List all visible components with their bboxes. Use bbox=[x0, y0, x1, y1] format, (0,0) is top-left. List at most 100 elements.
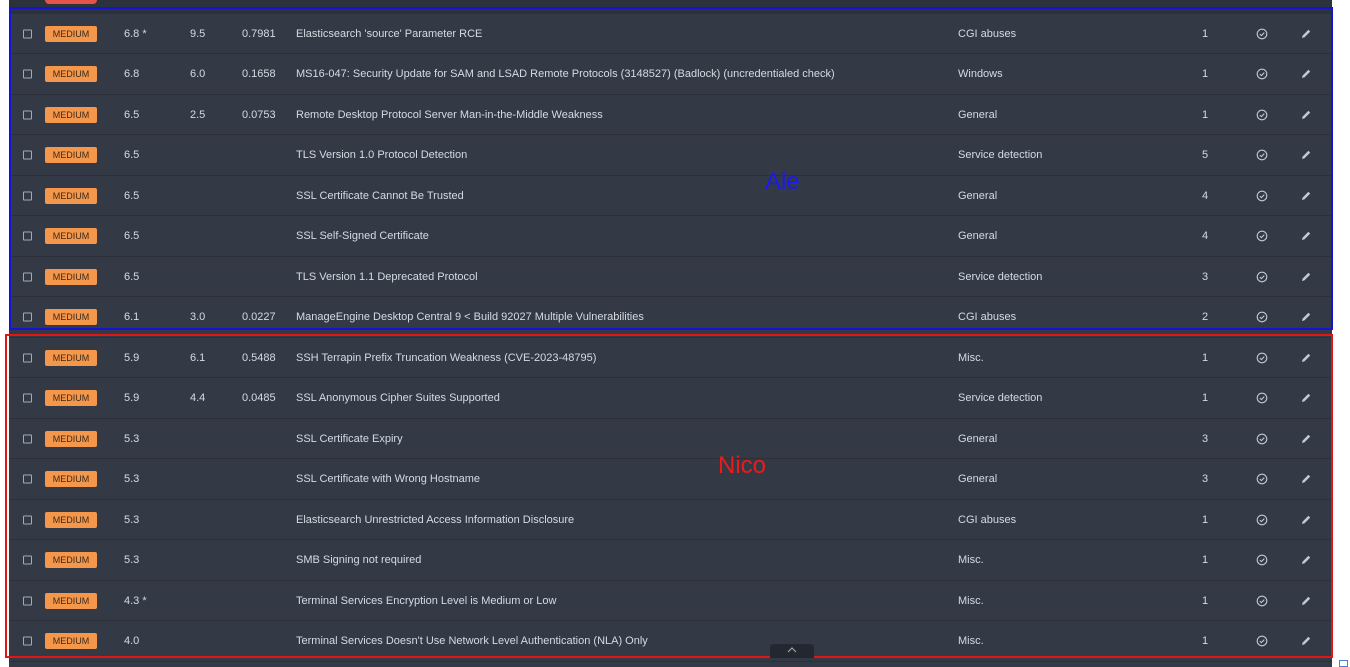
table-row[interactable]: MEDIUM 5.3 SSL Certificate with Wrong Host… bbox=[9, 460, 1332, 500]
pencil-icon[interactable] bbox=[1300, 352, 1312, 364]
table-row[interactable]: MEDIUM 6.8 6.0 0.1658 MS16-047: Security Upd… bbox=[9, 55, 1332, 95]
pencil-icon[interactable] bbox=[1300, 149, 1312, 161]
table-row[interactable]: MEDIUM 6.5 SSL Self-Signed Certificate Gene… bbox=[9, 217, 1332, 257]
check-circle-icon[interactable] bbox=[1256, 352, 1268, 364]
table-row[interactable]: MEDIUM 6.5 SSL Certificate Cannot Be Trust… bbox=[9, 176, 1332, 216]
pencil-icon[interactable] bbox=[1300, 109, 1312, 121]
vulnerability-name[interactable]: Terminal Services Doesn't Use Network Le… bbox=[296, 635, 648, 647]
check-circle-icon[interactable] bbox=[1256, 595, 1268, 607]
row-checkbox[interactable] bbox=[23, 353, 32, 362]
vulnerability-name[interactable]: SSL Certificate Cannot Be Trusted bbox=[296, 190, 464, 202]
table-row[interactable]: MEDIUM 6.5 TLS Version 1.1 Deprecated Prot… bbox=[9, 257, 1332, 297]
vpr-score: 2.5 bbox=[190, 108, 206, 121]
vulnerability-name[interactable]: SSL Certificate Expiry bbox=[296, 433, 403, 445]
row-checkbox[interactable] bbox=[23, 110, 32, 119]
vulnerability-name[interactable]: Elasticsearch Unrestricted Access Inform… bbox=[296, 514, 574, 526]
cvss-score: 6.5 bbox=[124, 230, 140, 242]
table-row[interactable]: MEDIUM 5.9 6.1 0.5488 SSH Terrapin Prefix Tr… bbox=[9, 338, 1332, 378]
check-circle-icon[interactable] bbox=[1256, 635, 1268, 647]
pencil-icon[interactable] bbox=[1300, 554, 1312, 566]
pencil-icon[interactable] bbox=[1300, 28, 1312, 40]
check-circle-icon[interactable] bbox=[1256, 433, 1268, 445]
severity-badge: MEDIUM bbox=[45, 187, 97, 204]
table-row[interactable]: MEDIUM 4.0 Terminal Services Doesn't Use N… bbox=[9, 622, 1332, 662]
pencil-icon[interactable] bbox=[1300, 635, 1312, 647]
table-row[interactable]: MEDIUM 6.1 3.0 0.0227 ManageEngine Desktop C… bbox=[9, 298, 1332, 338]
row-checkbox[interactable] bbox=[23, 555, 32, 565]
check-circle-icon[interactable] bbox=[1256, 554, 1268, 566]
table-row[interactable]: MEDIUM 5.3 SMB Signing not required Misc. 1 bbox=[9, 541, 1332, 581]
check-circle-icon[interactable] bbox=[1256, 230, 1268, 242]
row-checkbox[interactable] bbox=[23, 312, 32, 322]
vulnerability-name[interactable]: SSH Terrapin Prefix Truncation Weakness … bbox=[296, 352, 596, 364]
row-checkbox[interactable] bbox=[23, 69, 32, 79]
row-checkbox[interactable] bbox=[23, 150, 32, 160]
host-count: 1 bbox=[1202, 392, 1209, 404]
table-row[interactable]: MEDIUM 5.9 4.4 0.0485 SSL Anonymous Cipher S… bbox=[9, 379, 1332, 419]
host-count: 1 bbox=[1202, 554, 1209, 566]
vulnerability-name[interactable]: SSL Self-Signed Certificate bbox=[296, 230, 429, 242]
check-circle-icon[interactable] bbox=[1256, 28, 1268, 40]
severity-badge: MEDIUM bbox=[45, 106, 97, 123]
row-checkbox[interactable] bbox=[23, 515, 32, 524]
epss-score: 0.5488 bbox=[242, 351, 276, 364]
check-circle-icon[interactable] bbox=[1256, 68, 1268, 80]
cvss-score: 4.0 bbox=[124, 635, 140, 647]
vulnerability-name[interactable]: TLS Version 1.1 Deprecated Protocol bbox=[296, 271, 478, 283]
table-row[interactable]: MEDIUM 5.3 Elasticsearch Unrestricted Acce… bbox=[9, 500, 1332, 540]
vpr-score: 6.1 bbox=[190, 351, 206, 364]
vpr-score: 6.0 bbox=[190, 68, 206, 80]
table-row[interactable]: MEDIUM 6.8 * 9.5 0.7981 Elasticsearch 'sourc… bbox=[9, 14, 1332, 54]
pencil-icon[interactable] bbox=[1300, 514, 1312, 526]
cvss-score: 6.8 bbox=[124, 68, 140, 80]
pencil-icon[interactable] bbox=[1300, 68, 1312, 80]
severity-badge: MEDIUM bbox=[45, 309, 97, 325]
row-checkbox[interactable] bbox=[23, 191, 32, 200]
vulnerability-name[interactable]: TLS Version 1.0 Protocol Detection bbox=[296, 149, 467, 161]
row-checkbox[interactable] bbox=[23, 272, 32, 281]
table-row[interactable]: MEDIUM 5.3 SSL Certificate Expiry General 3 bbox=[9, 419, 1332, 459]
check-circle-icon[interactable] bbox=[1256, 271, 1268, 283]
vulnerability-name[interactable]: SSL Anonymous Cipher Suites Supported bbox=[296, 392, 500, 404]
table-row[interactable]: MEDIUM 6.5 2.5 0.0753 Remote Desktop Protoco… bbox=[9, 95, 1332, 135]
pencil-icon[interactable] bbox=[1300, 595, 1312, 607]
row-checkbox[interactable] bbox=[23, 434, 32, 443]
plugin-family: Misc. bbox=[958, 635, 984, 647]
table-row[interactable]: MEDIUM 4.3 * Terminal Services Encryption … bbox=[9, 581, 1332, 621]
vulnerability-name[interactable]: SSL Certificate with Wrong Hostname bbox=[296, 473, 480, 485]
vulnerability-name[interactable]: ManageEngine Desktop Central 9 < Build 9… bbox=[296, 311, 644, 323]
check-circle-icon[interactable] bbox=[1256, 514, 1268, 526]
pencil-icon[interactable] bbox=[1300, 433, 1312, 445]
vulnerability-name[interactable]: Terminal Services Encryption Level is Me… bbox=[296, 595, 556, 607]
pencil-icon[interactable] bbox=[1300, 230, 1312, 242]
row-checkbox[interactable] bbox=[23, 474, 32, 484]
row-checkbox[interactable] bbox=[23, 596, 32, 605]
severity-badge: MEDIUM bbox=[45, 552, 97, 568]
check-circle-icon[interactable] bbox=[1256, 392, 1268, 404]
vulnerability-name[interactable]: Elasticsearch 'source' Parameter RCE bbox=[296, 28, 482, 40]
pencil-icon[interactable] bbox=[1300, 392, 1312, 404]
cvss-score: 5.3 bbox=[124, 554, 140, 566]
plugin-family: Windows bbox=[958, 68, 1003, 80]
pencil-icon[interactable] bbox=[1300, 271, 1312, 283]
check-circle-icon[interactable] bbox=[1256, 190, 1268, 202]
check-circle-icon[interactable] bbox=[1256, 473, 1268, 485]
severity-badge: MEDIUM bbox=[45, 511, 97, 528]
row-checkbox[interactable] bbox=[23, 636, 32, 646]
vulnerability-name[interactable]: SMB Signing not required bbox=[296, 554, 421, 566]
severity-badge: MEDIUM bbox=[45, 430, 97, 447]
pencil-icon[interactable] bbox=[1300, 190, 1312, 202]
pencil-icon[interactable] bbox=[1300, 473, 1312, 485]
check-circle-icon[interactable] bbox=[1256, 149, 1268, 161]
row-checkbox[interactable] bbox=[23, 29, 32, 38]
vulnerability-name[interactable]: MS16-047: Security Update for SAM and LS… bbox=[296, 68, 835, 80]
table-row[interactable]: MEDIUM 6.5 TLS Version 1.0 Protocol Detect… bbox=[9, 136, 1332, 176]
pencil-icon[interactable] bbox=[1300, 311, 1312, 323]
check-circle-icon[interactable] bbox=[1256, 311, 1268, 323]
scroll-to-top-button[interactable] bbox=[770, 644, 814, 658]
vulnerability-name[interactable]: Remote Desktop Protocol Server Man-in-th… bbox=[296, 109, 603, 121]
row-checkbox[interactable] bbox=[23, 231, 32, 241]
row-checkbox[interactable] bbox=[23, 393, 32, 403]
check-circle-icon[interactable] bbox=[1256, 109, 1268, 121]
cvss-score: 5.3 bbox=[124, 432, 140, 445]
